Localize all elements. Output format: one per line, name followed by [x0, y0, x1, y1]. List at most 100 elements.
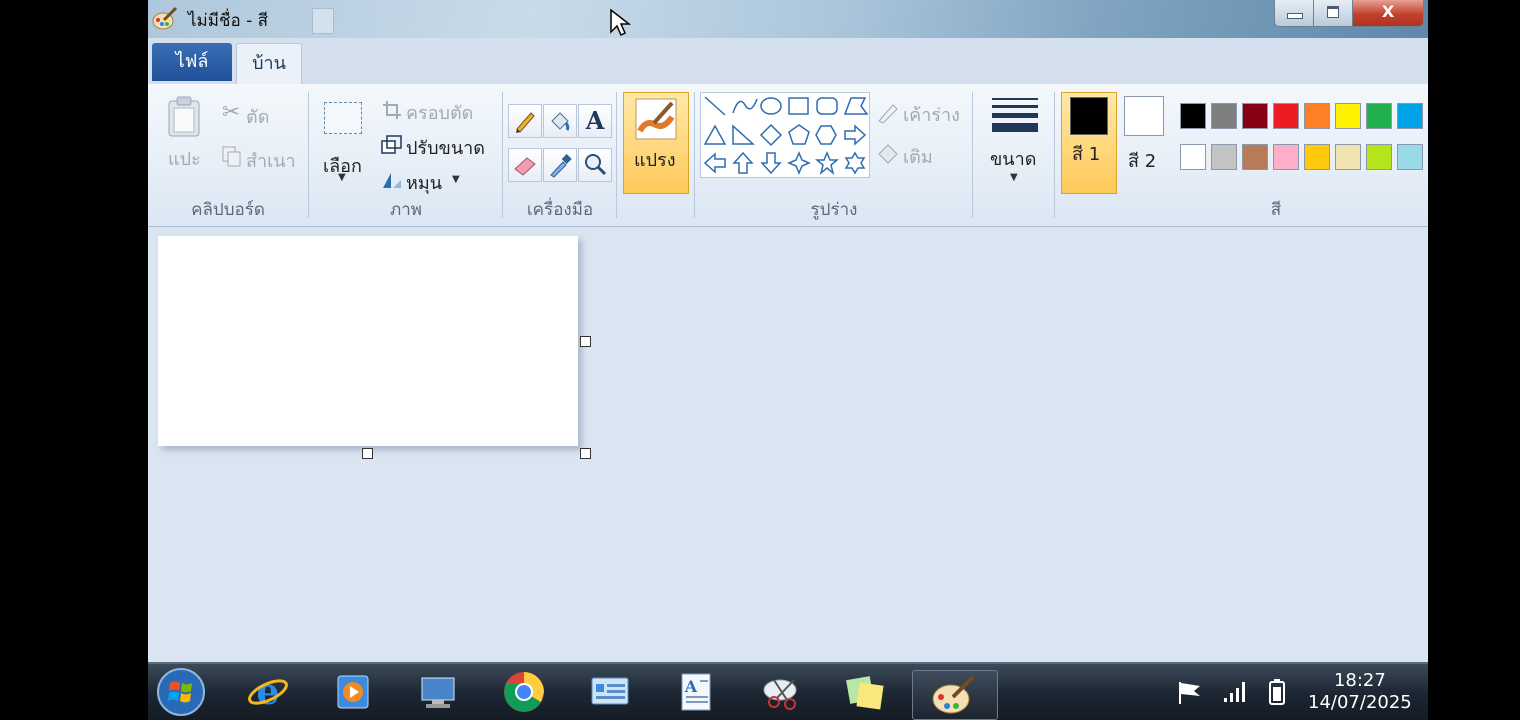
brushes-label: แปรง: [634, 150, 676, 171]
palette-color-swatch[interactable]: [1366, 103, 1392, 129]
palette-color-swatch[interactable]: [1242, 144, 1268, 170]
palette-color-swatch[interactable]: [1304, 144, 1330, 170]
palette-color-swatch[interactable]: [1304, 103, 1330, 129]
separator: [616, 92, 617, 218]
battery-icon[interactable]: [1268, 678, 1286, 706]
colors-group-label: สี: [1270, 200, 1282, 220]
up-arrow-shape-icon: [732, 151, 754, 174]
tab-home[interactable]: บ้าน: [236, 43, 302, 85]
right-triangle-shape-icon: [732, 124, 755, 145]
palette-color-swatch[interactable]: [1180, 103, 1206, 129]
rounded-rectangle-shape-icon: [816, 97, 838, 115]
network-signal-icon[interactable]: [1222, 680, 1248, 704]
triangle-shape-icon: [703, 124, 727, 145]
palette-color-swatch[interactable]: [1242, 103, 1268, 129]
tools-group-label: เครื่องมือ: [526, 200, 594, 220]
select-icon[interactable]: [324, 102, 362, 134]
fill-button[interactable]: เติม: [903, 142, 933, 171]
palette-color-swatch[interactable]: [1397, 103, 1423, 129]
shapes-group-label: รูปร่าง: [810, 200, 858, 220]
drawing-canvas[interactable]: [158, 236, 578, 446]
paint-window: ไม่มีชื่อ - สี X ไฟล์ บ้าน แปะ ✂ ตัด สำเ…: [148, 0, 1428, 720]
resize-handle-right[interactable]: [580, 336, 591, 347]
color2-button[interactable]: สี 2: [1118, 92, 1172, 192]
cut-button[interactable]: ตัด: [246, 102, 269, 131]
eraser-icon: [514, 157, 536, 176]
chrome-icon[interactable]: [502, 670, 546, 714]
left-arrow-shape-icon: [703, 152, 726, 174]
resize-handle-corner[interactable]: [580, 448, 591, 459]
paste-icon[interactable]: [166, 96, 202, 138]
shapes-gallery[interactable]: [700, 92, 870, 178]
oval-shape-icon: [760, 97, 782, 115]
magnifier-icon: [585, 154, 607, 176]
chevron-down-icon: ▼: [338, 172, 346, 183]
tab-file[interactable]: ไฟล์: [152, 43, 232, 81]
scissors-icon: ✂: [222, 100, 241, 125]
right-arrow-shape-icon: [844, 124, 867, 146]
close-button[interactable]: X: [1352, 0, 1424, 27]
svg-text:A: A: [684, 677, 698, 696]
minimize-button[interactable]: [1274, 0, 1314, 27]
rotate-button[interactable]: หมุน: [406, 168, 442, 197]
palette-color-swatch[interactable]: [1335, 103, 1361, 129]
separator: [972, 92, 973, 218]
palette-color-swatch[interactable]: [1211, 144, 1237, 170]
title-bar: ไม่มีชื่อ - สี X: [148, 0, 1428, 39]
palette-color-swatch[interactable]: [1335, 144, 1361, 170]
polygon-shape-icon: [843, 97, 869, 115]
outline-button[interactable]: เค้าร่าง: [903, 100, 960, 129]
palette-color-swatch[interactable]: [1397, 144, 1423, 170]
pencil-icon: [516, 112, 535, 133]
down-arrow-shape-icon: [760, 152, 782, 175]
wordpad-icon[interactable]: A: [674, 670, 718, 714]
resize-button[interactable]: ปรับขนาด: [406, 133, 485, 162]
resize-handle-bottom[interactable]: [362, 448, 373, 459]
size-button[interactable]: ขนาด ▼: [982, 92, 1046, 192]
flag-icon[interactable]: [1176, 680, 1204, 706]
color-picker-tool[interactable]: [543, 148, 577, 182]
palette-color-swatch[interactable]: [1273, 144, 1299, 170]
crop-button[interactable]: ครอบตัด: [406, 98, 473, 127]
control-panel-icon[interactable]: [588, 670, 632, 714]
computer-icon[interactable]: [416, 670, 460, 714]
clock[interactable]: 18:27 14/07/2025: [1308, 670, 1412, 714]
maximize-button[interactable]: [1313, 0, 1353, 27]
ribbon: แปะ ✂ ตัด สำเนา คลิปบอร์ด เลือก ▼ ครอบตั…: [148, 84, 1428, 227]
separator: [694, 92, 695, 218]
paste-button[interactable]: แปะ: [168, 144, 201, 173]
size-label: ขนาด: [990, 149, 1037, 170]
taskbar-paint-active[interactable]: [912, 670, 998, 720]
copy-button[interactable]: สำเนา: [246, 146, 296, 175]
internet-explorer-icon[interactable]: e: [246, 670, 290, 714]
text-tool-label: A: [585, 106, 605, 135]
snipping-tool-icon[interactable]: [760, 670, 804, 714]
chevron-down-icon: ▼: [452, 174, 460, 185]
palette-color-swatch[interactable]: [1180, 144, 1206, 170]
chevron-down-icon: ▼: [1010, 172, 1018, 183]
brushes-button[interactable]: แปรง: [623, 92, 689, 194]
pencil-tool[interactable]: [508, 104, 542, 138]
palette-color-swatch[interactable]: [1366, 144, 1392, 170]
text-tool[interactable]: A: [578, 104, 612, 138]
color1-button[interactable]: สี 1: [1061, 92, 1117, 194]
paint-app-icon[interactable]: [152, 6, 178, 32]
quick-access-toolbar[interactable]: [312, 8, 334, 34]
copy-icon: [222, 146, 241, 167]
media-player-icon[interactable]: [332, 670, 376, 714]
window-title: ไม่มีชื่อ - สี: [188, 11, 269, 31]
eraser-tool[interactable]: [508, 148, 542, 182]
fill-icon: [878, 144, 898, 164]
brush-icon: [635, 98, 677, 140]
start-button-icon[interactable]: [156, 667, 206, 717]
magnifier-tool[interactable]: [578, 148, 612, 182]
crop-icon: [383, 101, 401, 119]
fill-tool[interactable]: [543, 104, 577, 138]
diamond-shape-icon: [759, 123, 783, 147]
tools-panel: A: [508, 104, 612, 184]
sticky-notes-icon[interactable]: [844, 670, 888, 714]
palette-color-swatch[interactable]: [1211, 103, 1237, 129]
shapes-grid: [703, 96, 869, 176]
palette-color-swatch[interactable]: [1273, 103, 1299, 129]
resize-icon: [381, 135, 402, 154]
